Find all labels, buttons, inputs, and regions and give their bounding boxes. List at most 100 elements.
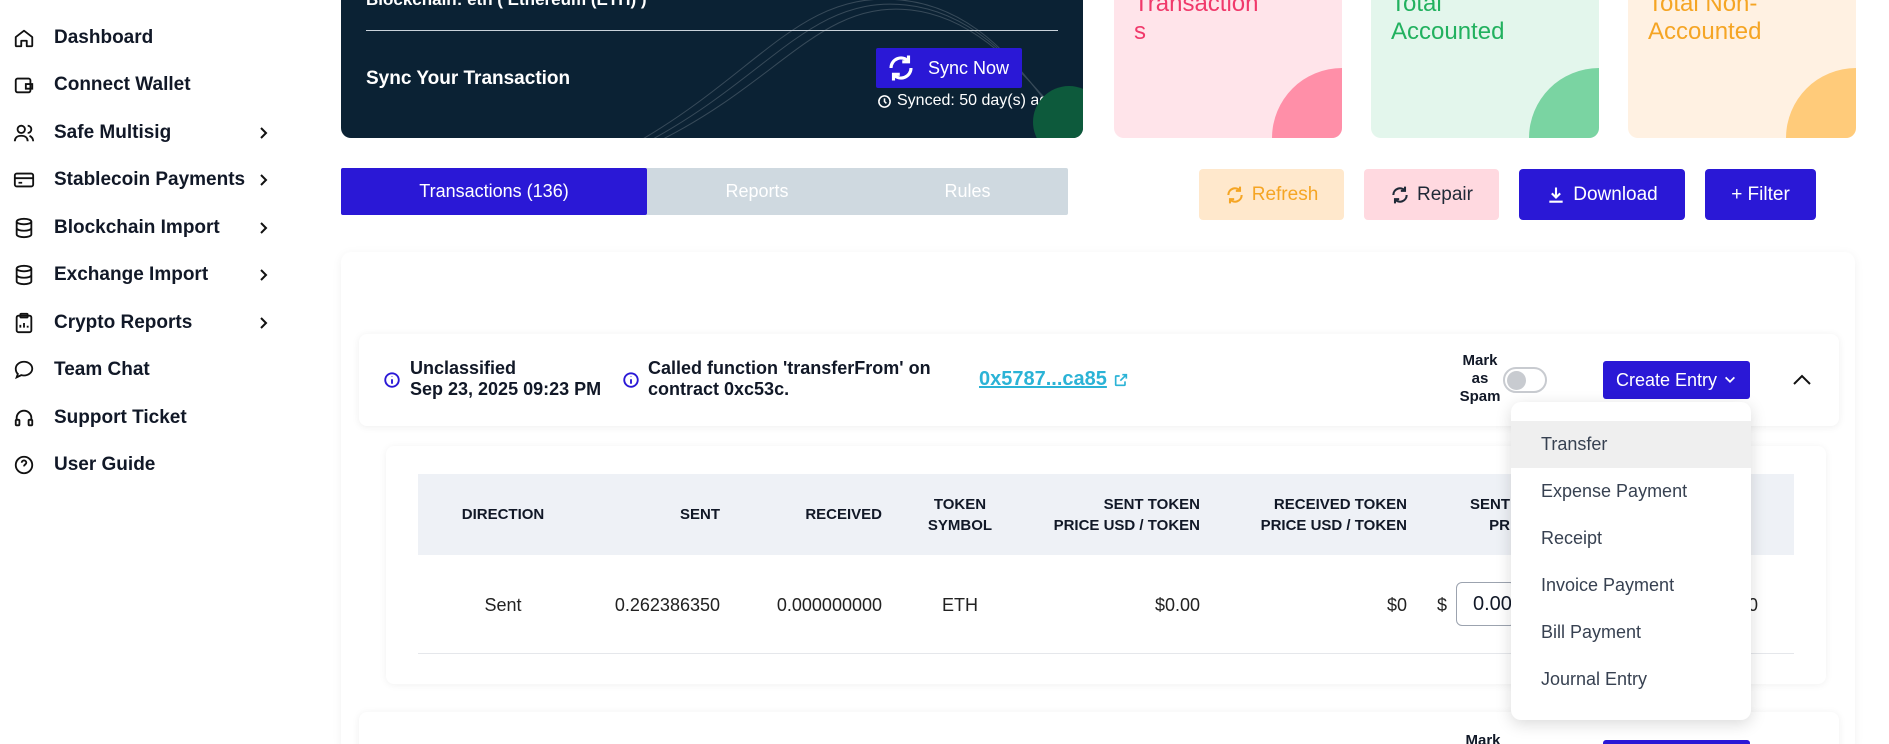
stat-label-line: s — [1134, 18, 1146, 45]
th-line: SENT — [1469, 495, 1510, 513]
users-icon — [12, 121, 36, 145]
spam-toggle[interactable] — [1503, 367, 1547, 393]
create-entry-dropdown: Transfer Expense Payment Receipt Invoice… — [1511, 402, 1751, 720]
spam-label-line: Mark — [1462, 352, 1498, 369]
chevron-right-icon — [260, 222, 268, 234]
headset-icon — [12, 406, 36, 430]
toggle-knob — [1507, 371, 1526, 390]
wallet-icon — [12, 73, 36, 97]
transaction-date: Sep 23, 2025 09:23 PM — [410, 379, 602, 399]
database-icon — [12, 263, 36, 287]
stat-label: Total Accounted — [1391, 0, 1504, 46]
sidebar-item-label: Connect Wallet — [54, 74, 191, 95]
th-direction: DIRECTION — [461, 506, 545, 523]
stat-label: Total Non- Accounted — [1648, 0, 1761, 46]
menu-item-receipt[interactable]: Receipt — [1511, 515, 1751, 562]
cell-direction: Sent — [484, 594, 522, 615]
sidebar-item-dashboard[interactable]: Dashboard — [0, 20, 290, 56]
th-line: TOKEN — [933, 495, 987, 513]
cell-sent: 0.262386350 — [614, 594, 720, 615]
sidebar-item-label: Blockchain Import — [54, 217, 220, 238]
transaction-hash-link[interactable]: 0x5787...ca85 — [979, 368, 1129, 391]
sync-now-button[interactable]: Sync Now — [876, 48, 1022, 88]
sidebar-item-label: Support Ticket — [54, 407, 187, 428]
chat-icon — [12, 358, 36, 382]
sidebar-item-blockchain-import[interactable]: Blockchain Import — [0, 210, 290, 246]
divider — [366, 30, 1058, 31]
refresh-label: Refresh — [1251, 183, 1319, 205]
input-value: 0.00 — [1473, 592, 1512, 615]
stat-label-line: Total — [1391, 0, 1442, 17]
th-line: PR — [1489, 516, 1510, 534]
sidebar-item-label: Exchange Import — [54, 264, 209, 285]
sidebar-item-stablecoin-payments[interactable]: Stablecoin Payments — [0, 162, 290, 198]
spam-label-line: as — [1471, 370, 1489, 387]
repair-button[interactable]: Repair — [1364, 169, 1499, 220]
clock-icon — [878, 94, 891, 108]
currency-symbol: $ — [1437, 594, 1448, 615]
stat-label-line: Accounted — [1648, 18, 1762, 45]
tab-bar: Transactions (136) Reports Rules — [341, 168, 1068, 215]
menu-item-expense-payment[interactable]: Expense Payment — [1511, 468, 1751, 515]
sidebar-item-user-guide[interactable]: User Guide — [0, 447, 290, 483]
mark-as-spam-label: Mark — [1465, 732, 1501, 744]
info-icon — [384, 372, 400, 388]
th-sent-token-price: SENT TOKEN PRICE USD / TOKEN — [1030, 474, 1200, 555]
help-icon — [12, 453, 36, 477]
repair-icon — [1392, 186, 1408, 203]
filter-label: + Filter — [1731, 183, 1790, 205]
external-link-icon — [1114, 373, 1128, 386]
stat-card-transactions: Transaction s — [1114, 0, 1342, 138]
menu-item-invoice-payment[interactable]: Invoice Payment — [1511, 562, 1751, 609]
page: Dashboard Connect Wallet Safe Multisig S… — [0, 0, 1889, 744]
chevron-right-icon — [260, 127, 268, 139]
sidebar-item-exchange-import[interactable]: Exchange Import — [0, 257, 290, 293]
sidebar-item-label: Dashboard — [54, 27, 154, 48]
create-entry-button[interactable] — [1603, 740, 1750, 744]
menu-item-bill-payment[interactable]: Bill Payment — [1511, 609, 1751, 656]
blockchain-label: Blockchain: eth ( Ethereum (ETH) ) — [366, 0, 647, 10]
sidebar-item-connect-wallet[interactable]: Connect Wallet — [0, 67, 290, 103]
repair-label: Repair — [1417, 183, 1473, 205]
stat-label-line: Transaction — [1134, 0, 1259, 17]
status-text: Unclassified — [410, 358, 517, 378]
chevron-up-icon[interactable] — [1790, 368, 1814, 392]
chevron-right-icon — [260, 269, 268, 281]
stat-blob — [1786, 68, 1856, 138]
sidebar-item-support-ticket[interactable]: Support Ticket — [0, 400, 290, 436]
sent-price-input[interactable]: 0.00 — [1456, 582, 1516, 626]
refresh-icon — [889, 55, 913, 81]
menu-item-transfer[interactable]: Transfer — [1511, 421, 1751, 468]
stat-blob — [1272, 68, 1342, 138]
sidebar: Dashboard Connect Wallet Safe Multisig S… — [0, 0, 300, 744]
stat-label-line: Total Non- — [1648, 0, 1758, 17]
sidebar-item-team-chat[interactable]: Team Chat — [0, 352, 290, 388]
th-sent-total: SENT PR — [1440, 474, 1510, 555]
cell-received: 0.000000000 — [776, 594, 882, 615]
refresh-button[interactable]: Refresh — [1199, 169, 1344, 220]
sidebar-item-label: Safe Multisig — [54, 122, 172, 143]
filter-button[interactable]: + Filter — [1705, 169, 1816, 220]
stat-card-total-accounted: Total Accounted — [1371, 0, 1599, 138]
stat-blob — [1529, 68, 1599, 138]
stat-label-line: Accounted — [1391, 18, 1505, 45]
th-line: SENT TOKEN — [1103, 495, 1200, 513]
th-received-token-price: RECEIVED TOKEN PRICE USD / TOKEN — [1220, 474, 1407, 555]
sidebar-item-label: Team Chat — [54, 359, 150, 380]
sync-now-label: Sync Now — [928, 57, 1010, 78]
download-button[interactable]: Download — [1519, 169, 1685, 220]
transaction-description: Called function 'transferFrom' on contra… — [648, 358, 931, 399]
mark-as-spam-label: Mark as Spam — [1455, 352, 1505, 406]
download-label: Download — [1573, 183, 1658, 205]
cell-received-price: $0 — [1386, 594, 1407, 615]
menu-item-journal-entry[interactable]: Journal Entry — [1511, 656, 1751, 703]
sync-transaction-label: Sync Your Transaction — [366, 68, 571, 89]
sidebar-item-safe-multisig[interactable]: Safe Multisig — [0, 115, 290, 151]
sidebar-item-label: Stablecoin Payments — [54, 169, 246, 190]
th-received: RECEIVED — [805, 506, 882, 523]
tab-transactions[interactable]: Transactions (136) — [341, 168, 647, 215]
sidebar-item-crypto-reports[interactable]: Crypto Reports — [0, 305, 290, 341]
create-entry-button[interactable]: Create Entry — [1603, 361, 1750, 399]
tab-reports[interactable]: Reports — [647, 168, 867, 215]
tab-rules[interactable]: Rules — [867, 168, 1068, 215]
